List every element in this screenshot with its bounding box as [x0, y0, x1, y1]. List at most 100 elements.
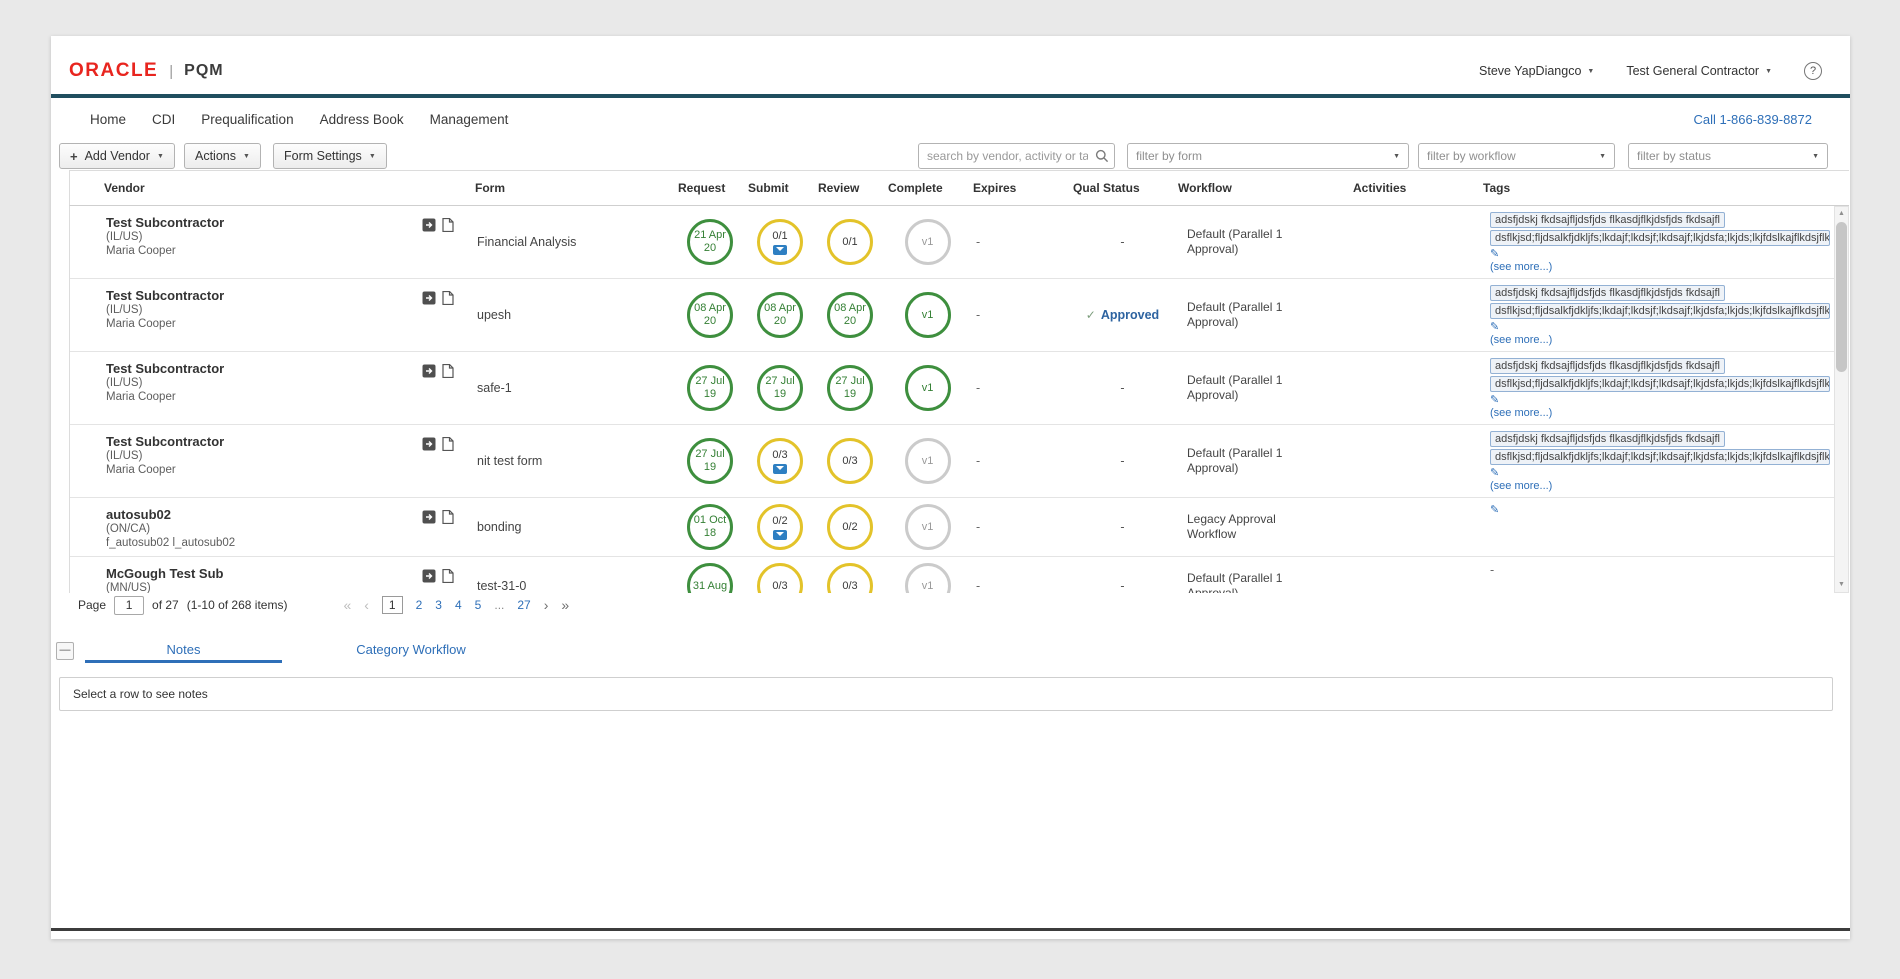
actions-button[interactable]: Actions ▼ [184, 143, 261, 169]
column-header-submit[interactable]: Submit [745, 181, 815, 195]
request-status-circle[interactable]: 27 Jul 19 [687, 438, 733, 484]
search-icon[interactable] [1095, 149, 1109, 168]
nav-item-prequalification[interactable]: Prequalification [201, 112, 293, 127]
review-status-circle[interactable]: 27 Jul 19 [827, 365, 873, 411]
table-row[interactable]: Test Subcontractor(IL/US)Maria CooperFin… [70, 206, 1834, 279]
document-icon[interactable] [442, 291, 454, 305]
view-form-icon[interactable] [422, 510, 436, 524]
document-icon[interactable] [442, 218, 454, 232]
request-status-circle[interactable]: 08 Apr 20 [687, 292, 733, 338]
first-page-icon[interactable]: « [343, 597, 351, 613]
edit-tags-icon[interactable]: ✎ [1490, 504, 1831, 516]
submit-status-circle[interactable]: 0/3 [757, 563, 803, 593]
page-link-4[interactable]: 4 [455, 598, 462, 612]
page-input[interactable] [114, 596, 144, 615]
view-form-icon[interactable] [422, 364, 436, 378]
column-header-form[interactable]: Form [465, 181, 675, 195]
submit-status-circle[interactable]: 08 Apr 20 [757, 292, 803, 338]
submit-status-circle[interactable]: 0/1 [757, 219, 803, 265]
tab-category-workflow[interactable]: Category Workflow [321, 639, 501, 663]
form-name[interactable]: upesh [465, 308, 675, 322]
table-row[interactable]: Test Subcontractor(IL/US)Maria Coopernit… [70, 425, 1834, 498]
scroll-down-icon[interactable]: ▼ [1835, 578, 1848, 592]
edit-tags-icon[interactable]: ✎ [1490, 248, 1831, 260]
page-link-3[interactable]: 3 [435, 598, 442, 612]
column-header-vendor[interactable]: Vendor [70, 181, 465, 195]
form-name[interactable]: test-31-0 [465, 579, 675, 593]
complete-status-circle[interactable]: v1 [905, 563, 951, 593]
column-header-activities[interactable]: Activities [1350, 181, 1480, 195]
vendor-name[interactable]: McGough Test Sub [106, 566, 465, 581]
submit-status-circle[interactable]: 0/3 [757, 438, 803, 484]
tag-chip[interactable]: adsfjdskj fkdsajfljdsfjds flkasdjflkjdsf… [1490, 431, 1725, 447]
submit-status-circle[interactable]: 0/2 [757, 504, 803, 550]
scrollbar-thumb[interactable] [1836, 222, 1847, 372]
submit-status-circle[interactable]: 27 Jul 19 [757, 365, 803, 411]
document-icon[interactable] [442, 510, 454, 524]
review-status-circle[interactable]: 08 Apr 20 [827, 292, 873, 338]
vendor-name[interactable]: autosub02 [106, 507, 465, 522]
tab-notes[interactable]: Notes [85, 639, 282, 663]
request-status-circle[interactable]: 01 Oct 18 [687, 504, 733, 550]
form-name[interactable]: Financial Analysis [465, 235, 675, 249]
nav-item-address-book[interactable]: Address Book [320, 112, 404, 127]
form-name[interactable]: bonding [465, 520, 675, 534]
see-more-link[interactable]: (see more...) [1490, 260, 1831, 274]
document-icon[interactable] [442, 364, 454, 378]
filter-by-form-dropdown[interactable]: filter by form ▼ [1127, 143, 1409, 169]
nav-item-home[interactable]: Home [90, 112, 126, 127]
review-status-circle[interactable]: 0/3 [827, 438, 873, 484]
column-header-qual-status[interactable]: Qual Status [1070, 181, 1175, 195]
column-header-expires[interactable]: Expires [970, 181, 1070, 195]
column-header-review[interactable]: Review [815, 181, 885, 195]
form-name[interactable]: safe-1 [465, 381, 675, 395]
see-more-link[interactable]: (see more...) [1490, 479, 1831, 493]
tag-chip[interactable]: adsfjdskj fkdsajfljdsfjds flkasdjflkjdsf… [1490, 212, 1725, 228]
complete-status-circle[interactable]: v1 [905, 219, 951, 265]
tag-chip[interactable]: dsflkjsd;fljdsalkfjdkljfs;lkdajf;lkdsjf;… [1490, 449, 1830, 465]
next-page-icon[interactable]: › [544, 597, 549, 613]
complete-status-circle[interactable]: v1 [905, 365, 951, 411]
view-form-icon[interactable] [422, 291, 436, 305]
table-row[interactable]: Test Subcontractor(IL/US)Maria Cooperupe… [70, 279, 1834, 352]
search-input[interactable] [918, 143, 1115, 169]
column-header-request[interactable]: Request [675, 181, 745, 195]
collapse-panel-button[interactable]: — [56, 642, 74, 660]
review-status-circle[interactable]: 0/2 [827, 504, 873, 550]
nav-item-management[interactable]: Management [430, 112, 509, 127]
form-settings-button[interactable]: Form Settings ▼ [273, 143, 387, 169]
table-scrollbar[interactable]: ▲ ▼ [1834, 206, 1849, 593]
see-more-link[interactable]: (see more...) [1490, 333, 1831, 347]
table-row[interactable]: Test Subcontractor(IL/US)Maria Coopersaf… [70, 352, 1834, 425]
edit-tags-icon[interactable]: ✎ [1490, 467, 1831, 479]
review-status-circle[interactable]: 0/1 [827, 219, 873, 265]
tag-chip[interactable]: dsflkjsd;fljdsalkfjdkljfs;lkdajf;lkdsjf;… [1490, 376, 1830, 392]
vendor-name[interactable]: Test Subcontractor [106, 215, 465, 230]
request-status-circle[interactable]: 31 Aug [687, 563, 733, 593]
table-row[interactable]: McGough Test Sub(MN/US)test-31-031 Aug0/… [70, 557, 1834, 593]
page-link-5[interactable]: 5 [475, 598, 482, 612]
request-status-circle[interactable]: 27 Jul 19 [687, 365, 733, 411]
organization-menu[interactable]: Test General Contractor ▼ [1626, 64, 1772, 78]
column-header-workflow[interactable]: Workflow [1175, 181, 1350, 195]
page-link-current[interactable]: 1 [382, 596, 403, 614]
complete-status-circle[interactable]: v1 [905, 504, 951, 550]
column-header-tags[interactable]: Tags [1480, 181, 1835, 195]
last-page-icon[interactable]: » [561, 597, 569, 613]
edit-tags-icon[interactable]: ✎ [1490, 321, 1831, 333]
call-phone-link[interactable]: Call 1-866-839-8872 [1693, 112, 1812, 127]
tag-chip[interactable]: adsfjdskj fkdsajfljdsfjds flkasdjflkjdsf… [1490, 358, 1725, 374]
document-icon[interactable] [442, 569, 454, 583]
review-status-circle[interactable]: 0/3 [827, 563, 873, 593]
view-form-icon[interactable] [422, 569, 436, 583]
vendor-name[interactable]: Test Subcontractor [106, 434, 465, 449]
nav-item-cdi[interactable]: CDI [152, 112, 175, 127]
form-name[interactable]: nit test form [465, 454, 675, 468]
filter-by-workflow-dropdown[interactable]: filter by workflow ▼ [1418, 143, 1615, 169]
vendor-name[interactable]: Test Subcontractor [106, 361, 465, 376]
previous-page-icon[interactable]: ‹ [364, 597, 369, 613]
complete-status-circle[interactable]: v1 [905, 438, 951, 484]
table-row[interactable]: autosub02(ON/CA)f_autosub02 l_autosub02b… [70, 498, 1834, 557]
tag-chip[interactable]: dsflkjsd;fljdsalkfjdkljfs;lkdajf;lkdsjf;… [1490, 230, 1830, 246]
see-more-link[interactable]: (see more...) [1490, 406, 1831, 420]
